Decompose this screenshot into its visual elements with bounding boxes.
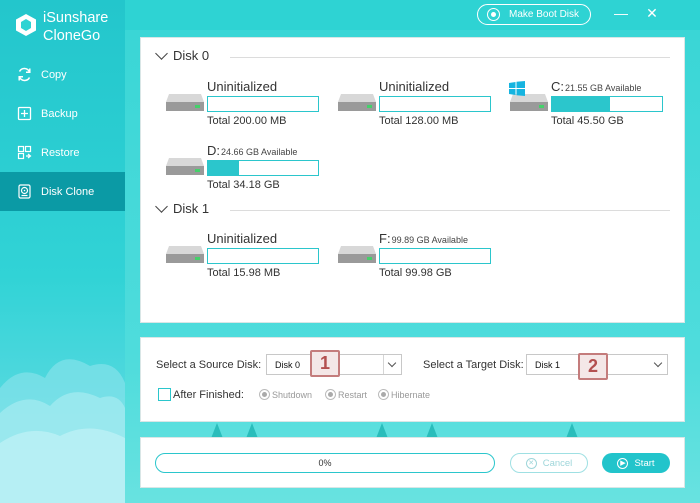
backup-icon [16, 106, 32, 122]
chevron-down-icon [155, 46, 168, 60]
sidebar-item-disk-clone[interactable]: Disk Clone [0, 172, 125, 211]
disk-name: Disk 0 [173, 48, 210, 63]
hibernate-radio[interactable]: Hibernate [378, 389, 430, 400]
close-icon: ✕ [525, 457, 537, 469]
disk-name: Disk 1 [173, 201, 210, 216]
target-disk-label: Select a Target Disk: [423, 359, 524, 371]
sidebar-item-copy[interactable]: Copy [0, 55, 125, 94]
radio-label: Restart [338, 389, 368, 400]
disk-0-header[interactable]: Disk 0 [154, 46, 670, 63]
windows-logo-icon [509, 81, 525, 96]
app-name-line2: CloneGo [43, 28, 101, 44]
app-name-line1: iSunshare [43, 10, 109, 26]
after-finished-label: After Finished: [173, 389, 244, 401]
partition-usage-bar [207, 160, 319, 176]
partition-tile[interactable]: F:99.89 GB Available Total 99.98 GB [337, 231, 502, 281]
sidebar-item-label: Restore [41, 146, 80, 159]
partition-name: Uninitialized [207, 79, 278, 94]
shutdown-radio[interactable]: Shutdown [259, 389, 312, 400]
select-divider [383, 355, 384, 374]
partition-name: Uninitialized [207, 231, 278, 246]
chevron-down-icon [653, 358, 663, 368]
step-badge-1: 1 [310, 350, 340, 377]
source-disk-label: Select a Source Disk: [156, 359, 262, 371]
hard-drive-icon [166, 246, 204, 263]
copy-icon [16, 67, 32, 83]
after-finished-checkbox[interactable] [158, 388, 171, 401]
sidebar-item-label: Copy [41, 68, 67, 81]
partition-tile[interactable]: D:24.66 GB Available Total 34.18 GB [165, 143, 330, 193]
make-boot-disk-button[interactable]: Make Boot Disk [477, 4, 591, 25]
restart-radio[interactable]: Restart [325, 389, 367, 400]
source-disk-value: Disk 0 [275, 360, 301, 370]
partition-usage-bar [551, 96, 663, 112]
step-badge-2: 2 [578, 353, 608, 380]
radio-dot [378, 389, 389, 400]
close-button[interactable]: ✕ [641, 3, 663, 23]
disk-clone-icon [16, 184, 32, 200]
hard-drive-icon [166, 94, 204, 111]
partition-usage-bar [379, 96, 491, 112]
app-logo: iSunshare CloneGo [15, 9, 108, 45]
sidebar: iSunshare CloneGo Copy Backup Restore Di… [0, 0, 125, 503]
target-disk-value: Disk 1 [535, 360, 561, 370]
progress-text: 0% [318, 458, 332, 468]
hard-drive-icon [338, 246, 376, 263]
partition-total: Total 34.18 GB [207, 179, 280, 191]
partition-total: Total 15.98 MB [207, 267, 281, 279]
sidebar-item-restore[interactable]: Restore [0, 133, 125, 172]
disc-icon [487, 8, 500, 21]
partition-name: F:99.89 GB Available [379, 231, 468, 246]
make-boot-disk-label: Make Boot Disk [509, 9, 580, 20]
partition-tile[interactable]: Uninitialized Total 128.00 MB [337, 79, 502, 129]
sidebar-item-backup[interactable]: Backup [0, 94, 125, 133]
partition-name: C:21.55 GB Available [551, 79, 642, 94]
hard-drive-icon [338, 94, 376, 111]
logo-icon [16, 14, 36, 36]
restore-icon [16, 145, 32, 161]
title-bar: Make Boot Disk — ✕ [125, 0, 700, 30]
radio-dot [259, 389, 270, 400]
disk-1-header[interactable]: Disk 1 [154, 199, 670, 216]
radio-label: Hibernate [391, 389, 431, 400]
sidebar-item-label: Disk Clone [41, 185, 95, 198]
start-button[interactable]: ▶ Start [602, 453, 670, 473]
chevron-down-icon [155, 199, 168, 213]
clouds-decoration [0, 359, 125, 503]
sidebar-nav: Copy Backup Restore Disk Clone [0, 55, 125, 211]
partition-total: Total 128.00 MB [379, 115, 459, 127]
cancel-label: Cancel [542, 457, 573, 469]
sidebar-item-label: Backup [41, 107, 78, 120]
cancel-button[interactable]: ✕ Cancel [510, 453, 588, 473]
partition-usage-bar [207, 96, 319, 112]
partition-total: Total 99.98 GB [379, 267, 452, 279]
progress-bar: 0% [155, 453, 495, 473]
usage-fill [208, 161, 239, 175]
chevron-down-icon [387, 358, 397, 368]
radio-dot [325, 389, 336, 400]
partition-total: Total 45.50 GB [551, 115, 624, 127]
partition-usage-bar [207, 248, 319, 264]
divider [230, 210, 670, 211]
partition-total: Total 200.00 MB [207, 115, 287, 127]
divider [230, 57, 670, 58]
minimize-button[interactable]: — [610, 3, 632, 23]
play-icon: ▶ [617, 457, 629, 469]
partition-tile[interactable]: C:21.55 GB Available Total 45.50 GB [509, 79, 674, 129]
partition-tile[interactable]: Uninitialized Total 15.98 MB [165, 231, 330, 281]
partition-usage-bar [379, 248, 491, 264]
partition-name: Uninitialized [379, 79, 450, 94]
disk-panel: Disk 0 Uninitialized Total 200.00 MB Uni… [140, 37, 685, 323]
partition-name: D:24.66 GB Available [207, 143, 298, 158]
usage-fill [552, 97, 611, 111]
hard-drive-icon [166, 158, 204, 175]
start-label: Start [634, 457, 655, 469]
partition-tile[interactable]: Uninitialized Total 200.00 MB [165, 79, 330, 129]
radio-label: Shutdown [272, 389, 313, 400]
